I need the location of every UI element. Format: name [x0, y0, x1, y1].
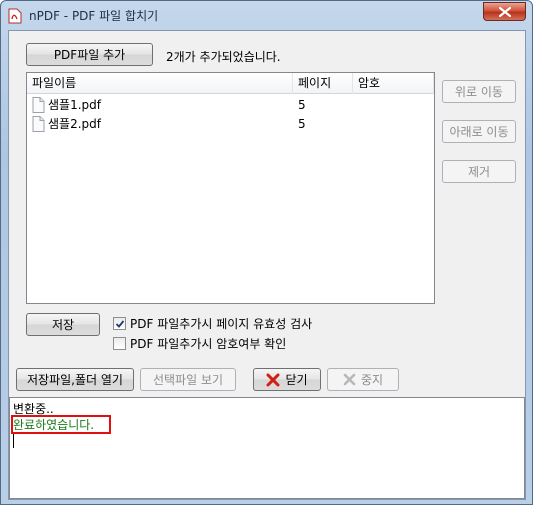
- view-selected-button[interactable]: 선택파일 보기: [140, 368, 236, 391]
- file-icon: [32, 97, 45, 113]
- column-header-filename[interactable]: 파일이름: [27, 73, 293, 94]
- close-button[interactable]: 닫기: [253, 368, 321, 391]
- pdf-app-icon: [8, 8, 22, 24]
- close-button-label: 닫기: [285, 373, 308, 387]
- window-close-button[interactable]: [483, 2, 526, 21]
- save-button[interactable]: 저장: [26, 313, 100, 336]
- file-pages: 5: [298, 117, 306, 131]
- file-pages: 5: [298, 98, 306, 112]
- file-list[interactable]: 파일이름 페이지 암호 샘플1.pdf 5 샘플2.pdf 5: [26, 72, 435, 304]
- move-down-button[interactable]: 아래로 이동: [442, 120, 516, 143]
- file-list-header: 파일이름 페이지 암호: [27, 73, 434, 94]
- window-title: nPDF - PDF 파일 합치기: [29, 9, 159, 23]
- password-check-option[interactable]: PDF 파일추가시 암호여부 확인: [113, 335, 286, 352]
- checkmark-icon: [115, 320, 125, 328]
- stop-button[interactable]: 중지: [327, 368, 399, 391]
- password-check-label: PDF 파일추가시 암호여부 확인: [130, 337, 287, 351]
- app-window: nPDF - PDF 파일 합치기 PDF파일 추가 2개가 추가되었습니다. …: [0, 0, 533, 505]
- stop-x-icon: [343, 373, 356, 386]
- table-row[interactable]: 샘플1.pdf 5: [27, 96, 434, 115]
- text-caret: [13, 434, 14, 448]
- file-icon: [32, 116, 45, 132]
- password-checkbox[interactable]: [113, 337, 126, 350]
- file-name: 샘플2.pdf: [48, 117, 101, 131]
- file-name: 샘플1.pdf: [48, 98, 101, 112]
- highlight-box: [11, 415, 111, 434]
- move-up-button[interactable]: 위로 이동: [442, 80, 516, 103]
- validity-checkbox[interactable]: [113, 317, 126, 330]
- log-output[interactable]: 변환중.. 완료하였습니다.: [9, 397, 525, 499]
- table-row[interactable]: 샘플2.pdf 5: [27, 115, 434, 134]
- add-pdf-button[interactable]: PDF파일 추가: [26, 43, 153, 66]
- validity-check-label: PDF 파일추가시 페이지 유효성 검사: [130, 317, 313, 331]
- column-header-pages[interactable]: 페이지: [293, 73, 353, 94]
- remove-button[interactable]: 제거: [442, 160, 516, 183]
- close-x-icon: [266, 373, 280, 386]
- validity-check-option[interactable]: PDF 파일추가시 페이지 유효성 검사: [113, 315, 312, 332]
- add-status-text: 2개가 추가되었습니다.: [166, 50, 281, 64]
- stop-button-label: 중지: [360, 373, 384, 387]
- column-header-password[interactable]: 암호: [353, 73, 434, 94]
- close-icon: [499, 7, 511, 17]
- title-bar[interactable]: nPDF - PDF 파일 합치기: [1, 1, 532, 29]
- open-save-folder-button[interactable]: 저장파일,폴더 열기: [16, 368, 134, 391]
- dialog-client-area: PDF파일 추가 2개가 추가되었습니다. 파일이름 페이지 암호 샘플1.pd…: [8, 30, 526, 500]
